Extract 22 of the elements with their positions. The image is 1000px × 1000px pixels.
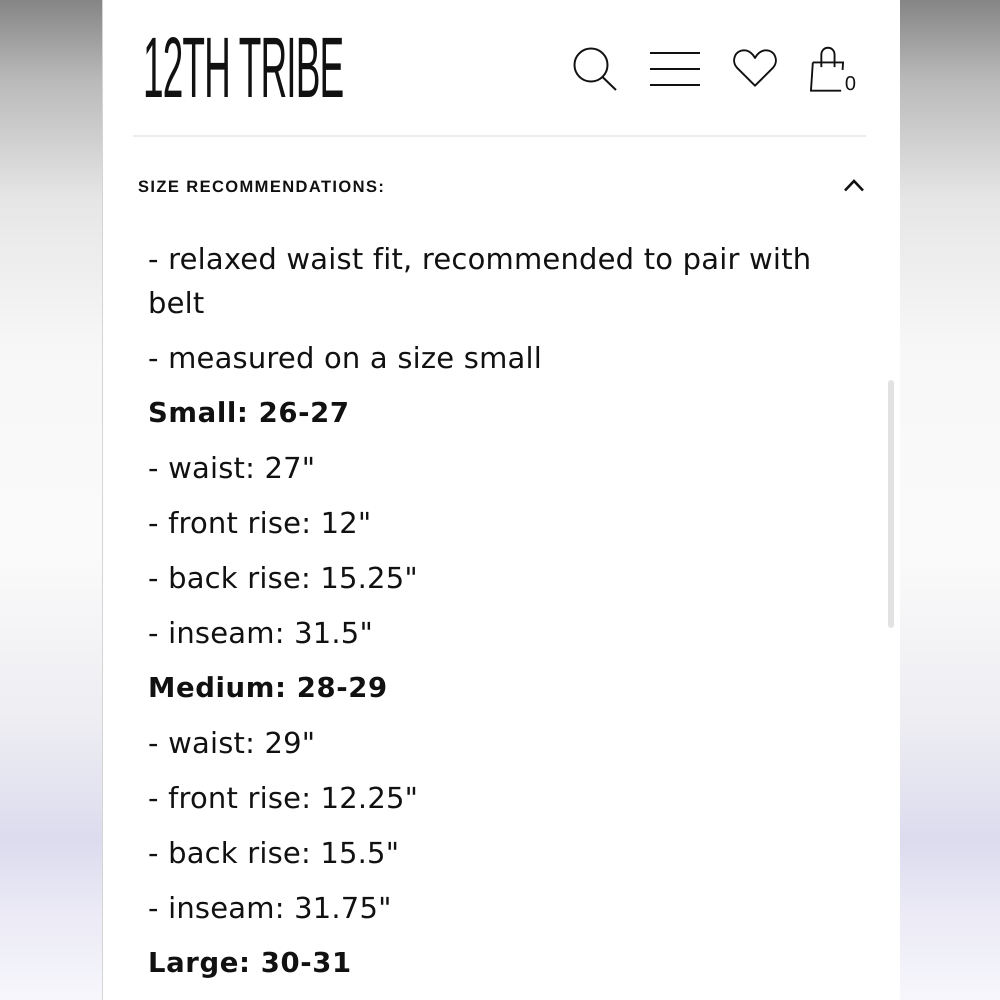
size-heading: Medium: 28-29: [148, 671, 389, 706]
scrollbar-thumb[interactable]: [888, 380, 894, 628]
heart-icon[interactable]: [732, 49, 777, 88]
measurement-text: - front rise: 12.25": [148, 780, 420, 817]
measurement-text: - inseam: 31.75": [148, 890, 393, 927]
size-heading: Large: 30-31: [148, 946, 353, 981]
measurement-text: - waist: 29": [148, 725, 316, 762]
measurement-text: - relaxed waist fit, recommended to pair with belt: [148, 241, 812, 322]
shopping-bag-icon[interactable]: [810, 46, 844, 92]
menu-icon[interactable]: [650, 52, 700, 86]
size-heading: Small: 26-27: [148, 396, 351, 431]
accordion-title[interactable]: SIZE RECOMMENDATIONS:: [138, 175, 386, 199]
measurement-text: - waist: 27": [148, 450, 316, 487]
measurement-text: - front rise: 12": [148, 505, 372, 542]
caret-icon[interactable]: [843, 178, 865, 192]
measurement-text: - measured on a size small: [148, 340, 544, 377]
brand-logo[interactable]: 12TH TRIBE: [143, 20, 344, 114]
cart-count: 0: [844, 74, 856, 92]
search-icon[interactable]: [572, 46, 617, 90]
measurement-text: - inseam: 31.5": [148, 615, 374, 652]
measurement-text: - back rise: 15.25": [148, 560, 419, 597]
measurement-text: - back rise: 15.5": [148, 835, 400, 872]
